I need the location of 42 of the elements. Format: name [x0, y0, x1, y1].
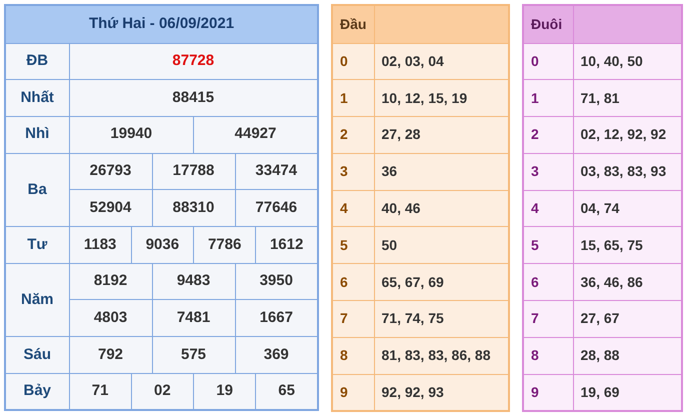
digit-cell: 1: [332, 80, 374, 117]
prize-label: Nhất: [5, 80, 69, 116]
digit-cell: 0: [523, 43, 573, 80]
prize-label: Nhì: [5, 116, 69, 154]
column-header: Đuôi: [523, 5, 573, 43]
digit-cell: 1: [523, 80, 573, 117]
prize-number: 575: [152, 336, 235, 374]
prize-number: 9036: [131, 226, 194, 264]
prize-number: 1183: [69, 226, 132, 264]
prize-label: Sáu: [5, 336, 69, 374]
digit-cell: 6: [332, 264, 374, 301]
prize-number: 7481: [152, 300, 235, 336]
prize-number: 9483: [152, 263, 235, 300]
digit-cell: 8: [523, 337, 573, 374]
prize-label: ĐB: [5, 43, 69, 80]
digit-cell: 2: [523, 116, 573, 154]
digit-cell: 6: [523, 264, 573, 301]
digit-cell: 5: [523, 226, 573, 264]
table-title: Thứ Hai - 06/09/2021: [5, 5, 318, 43]
digit-cell: 7: [332, 300, 374, 338]
digit-cell: 7: [523, 300, 573, 338]
prize-label: Ba: [5, 153, 69, 226]
digit-cell: 3: [523, 153, 573, 190]
column-header: Đầu: [332, 5, 374, 43]
prize-number: 19940: [69, 116, 194, 154]
prize-number: 52904: [69, 190, 152, 226]
prize-number: 7786: [194, 226, 256, 264]
prize-label: Năm: [5, 263, 69, 336]
prize-number: 88310: [152, 190, 235, 226]
digit-cell: 2: [332, 116, 374, 154]
digit-cell: 4: [332, 190, 374, 227]
prize-number: 8192: [69, 263, 152, 300]
digit-cell: 8: [332, 337, 374, 374]
digit-cell: 4: [523, 190, 573, 227]
digit-cell: 5: [332, 226, 374, 264]
digit-cell: 3: [332, 153, 374, 190]
prize-number: 4803: [69, 300, 152, 336]
digit-cell: 0: [332, 43, 374, 80]
prize-number: 26793: [69, 153, 152, 190]
prize-number: 792: [69, 336, 152, 374]
prize-label: Tư: [5, 226, 69, 264]
prize-number: 17788: [152, 153, 235, 190]
